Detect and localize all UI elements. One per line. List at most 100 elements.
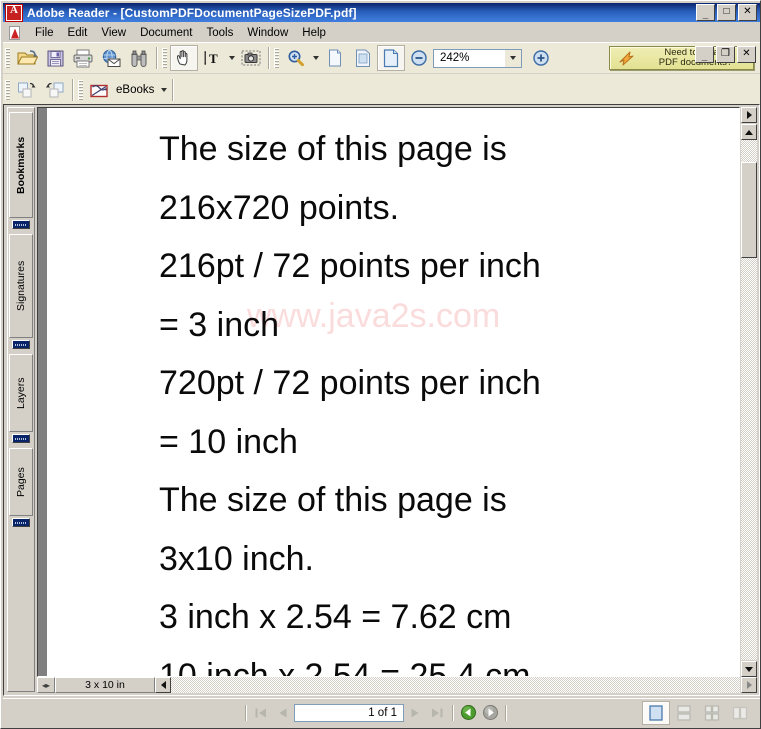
open-file-button[interactable] xyxy=(13,45,41,71)
pdf-page: www.java2s.com The size of this page is … xyxy=(47,108,739,676)
continuous-page-icon xyxy=(677,704,691,721)
select-text-button[interactable]: T xyxy=(198,45,226,71)
page-viewport[interactable]: www.java2s.com The size of this page is … xyxy=(37,107,740,677)
pdf-text-content: The size of this page is 216x720 points.… xyxy=(159,120,733,677)
camera-icon xyxy=(241,50,261,66)
single-page-icon xyxy=(649,704,663,721)
search-button[interactable] xyxy=(125,45,153,71)
pdf-line: 3x10 inch. xyxy=(159,539,314,578)
single-page-view-button[interactable] xyxy=(642,700,670,725)
snapshot-button[interactable] xyxy=(237,45,265,71)
sidebar-item-label: Bookmarks xyxy=(15,136,27,194)
minimize-button[interactable]: _ xyxy=(696,4,715,21)
layers-grip[interactable] xyxy=(12,434,30,443)
scrollbar-corner[interactable] xyxy=(741,677,757,693)
pdf-line: The size of this page is xyxy=(159,130,507,168)
document-close-button[interactable]: ✕ xyxy=(737,46,756,63)
pdf-line: 216x720 points. xyxy=(159,188,400,227)
document-restore-button[interactable]: ❐ xyxy=(716,46,735,63)
next-view-button[interactable] xyxy=(41,77,69,103)
menu-tools[interactable]: Tools xyxy=(200,25,241,41)
ebooks-dropdown[interactable] xyxy=(158,78,169,102)
scroll-up-button[interactable] xyxy=(741,124,757,140)
scroll-down-button[interactable] xyxy=(741,661,757,677)
previous-view-button[interactable] xyxy=(13,77,41,103)
actual-size-button[interactable] xyxy=(321,45,349,71)
sidebar-item-label: Signatures xyxy=(15,260,27,312)
menu-window[interactable]: Window xyxy=(240,25,295,41)
horizontal-scroll-track[interactable] xyxy=(171,677,740,693)
gray-forward-arrow-icon xyxy=(482,705,498,720)
document-area: Bookmarks Signatures Layers Pages www.ja… xyxy=(3,104,760,696)
close-button[interactable]: ✕ xyxy=(738,4,757,21)
sidebar-item-layers[interactable]: Layers xyxy=(9,354,33,432)
maximize-icon: □ xyxy=(723,5,730,17)
close-icon: ✕ xyxy=(743,5,752,17)
vertical-scrollbar[interactable] xyxy=(741,107,757,677)
facing-view-button[interactable] xyxy=(726,701,754,725)
pdf-line: The size of this page is xyxy=(159,481,507,519)
menu-document[interactable]: Document xyxy=(133,25,199,41)
go-back-button[interactable] xyxy=(457,703,479,723)
close-icon: ✕ xyxy=(742,47,751,59)
pdf-line: 10 inch x 2.54 = 25.4 cm xyxy=(159,656,531,677)
pdf-line: 3 inch x 2.54 = 7.62 cm xyxy=(159,598,512,636)
page-indicator: 1 of 1 xyxy=(368,706,397,719)
continuous-facing-view-button[interactable] xyxy=(698,701,726,725)
zoom-level-input[interactable]: 242% xyxy=(433,48,505,68)
adobe-reader-icon xyxy=(5,3,23,22)
ebooks-button[interactable] xyxy=(86,77,114,103)
maximize-button[interactable]: □ xyxy=(717,4,736,21)
toolbar-grip[interactable] xyxy=(162,48,167,68)
last-page-button[interactable] xyxy=(426,703,448,723)
next-page-icon xyxy=(411,708,419,717)
scroll-left-button[interactable] xyxy=(155,677,171,693)
page-size-grip[interactable]: ◂▸ xyxy=(37,677,55,693)
menu-edit[interactable]: Edit xyxy=(61,25,95,41)
document-bottom-bar: ◂▸ 3 x 10 in xyxy=(37,677,740,693)
toolbar-grip[interactable] xyxy=(5,80,10,100)
menu-file[interactable]: File xyxy=(28,25,61,41)
select-tool-dropdown[interactable] xyxy=(226,46,237,70)
zoom-tool-dropdown[interactable] xyxy=(310,46,321,70)
open-folder-icon xyxy=(17,50,38,65)
toolbar-grip[interactable] xyxy=(5,48,10,68)
bookmarks-grip[interactable] xyxy=(12,220,30,229)
menu-view[interactable]: View xyxy=(94,25,133,41)
hand-tool-button[interactable] xyxy=(170,45,198,71)
sidebar-item-pages[interactable]: Pages xyxy=(9,448,33,516)
fit-page-button[interactable] xyxy=(349,45,377,71)
toolbar-grip[interactable] xyxy=(78,80,83,100)
next-page-button[interactable] xyxy=(404,703,426,723)
page-fit-icon xyxy=(356,49,370,67)
secondary-toolbar: eBooks xyxy=(3,74,760,105)
sidebar-item-bookmarks[interactable]: Bookmarks xyxy=(9,112,33,218)
menu-bar: File Edit View Document Tools Window Hel… xyxy=(3,23,760,63)
go-forward-button[interactable] xyxy=(479,703,501,723)
previous-page-button[interactable] xyxy=(272,703,294,723)
zoom-level-dropdown[interactable] xyxy=(505,48,522,68)
scroll-right-small-button[interactable] xyxy=(741,107,757,123)
sidebar-item-signatures[interactable]: Signatures xyxy=(9,234,33,338)
print-button[interactable] xyxy=(69,45,97,71)
ebooks-icon xyxy=(90,84,108,98)
signatures-grip[interactable] xyxy=(12,340,30,349)
vertical-scroll-thumb[interactable] xyxy=(741,162,757,258)
menu-help[interactable]: Help xyxy=(295,25,333,41)
continuous-view-button[interactable] xyxy=(670,701,698,725)
page-number-input[interactable]: 1 of 1 xyxy=(294,703,404,722)
first-page-button[interactable] xyxy=(250,703,272,723)
zoom-out-button[interactable] xyxy=(405,45,433,71)
zoom-in-button[interactable] xyxy=(527,45,555,71)
save-button[interactable] xyxy=(41,45,69,71)
email-button[interactable] xyxy=(97,45,125,71)
toolbar-grip[interactable] xyxy=(274,48,279,68)
adobe-reader-window: Adobe Reader - [CustomPDFDocumentPageSiz… xyxy=(0,0,761,729)
facing-page-icon xyxy=(732,706,748,719)
page-actual-size-icon xyxy=(329,49,341,67)
fit-width-button[interactable] xyxy=(377,45,405,71)
pages-grip[interactable] xyxy=(12,518,30,527)
zoom-tool-button[interactable] xyxy=(282,45,310,71)
circle-minus-icon xyxy=(411,50,427,66)
document-minimize-button[interactable]: _ xyxy=(695,46,714,63)
